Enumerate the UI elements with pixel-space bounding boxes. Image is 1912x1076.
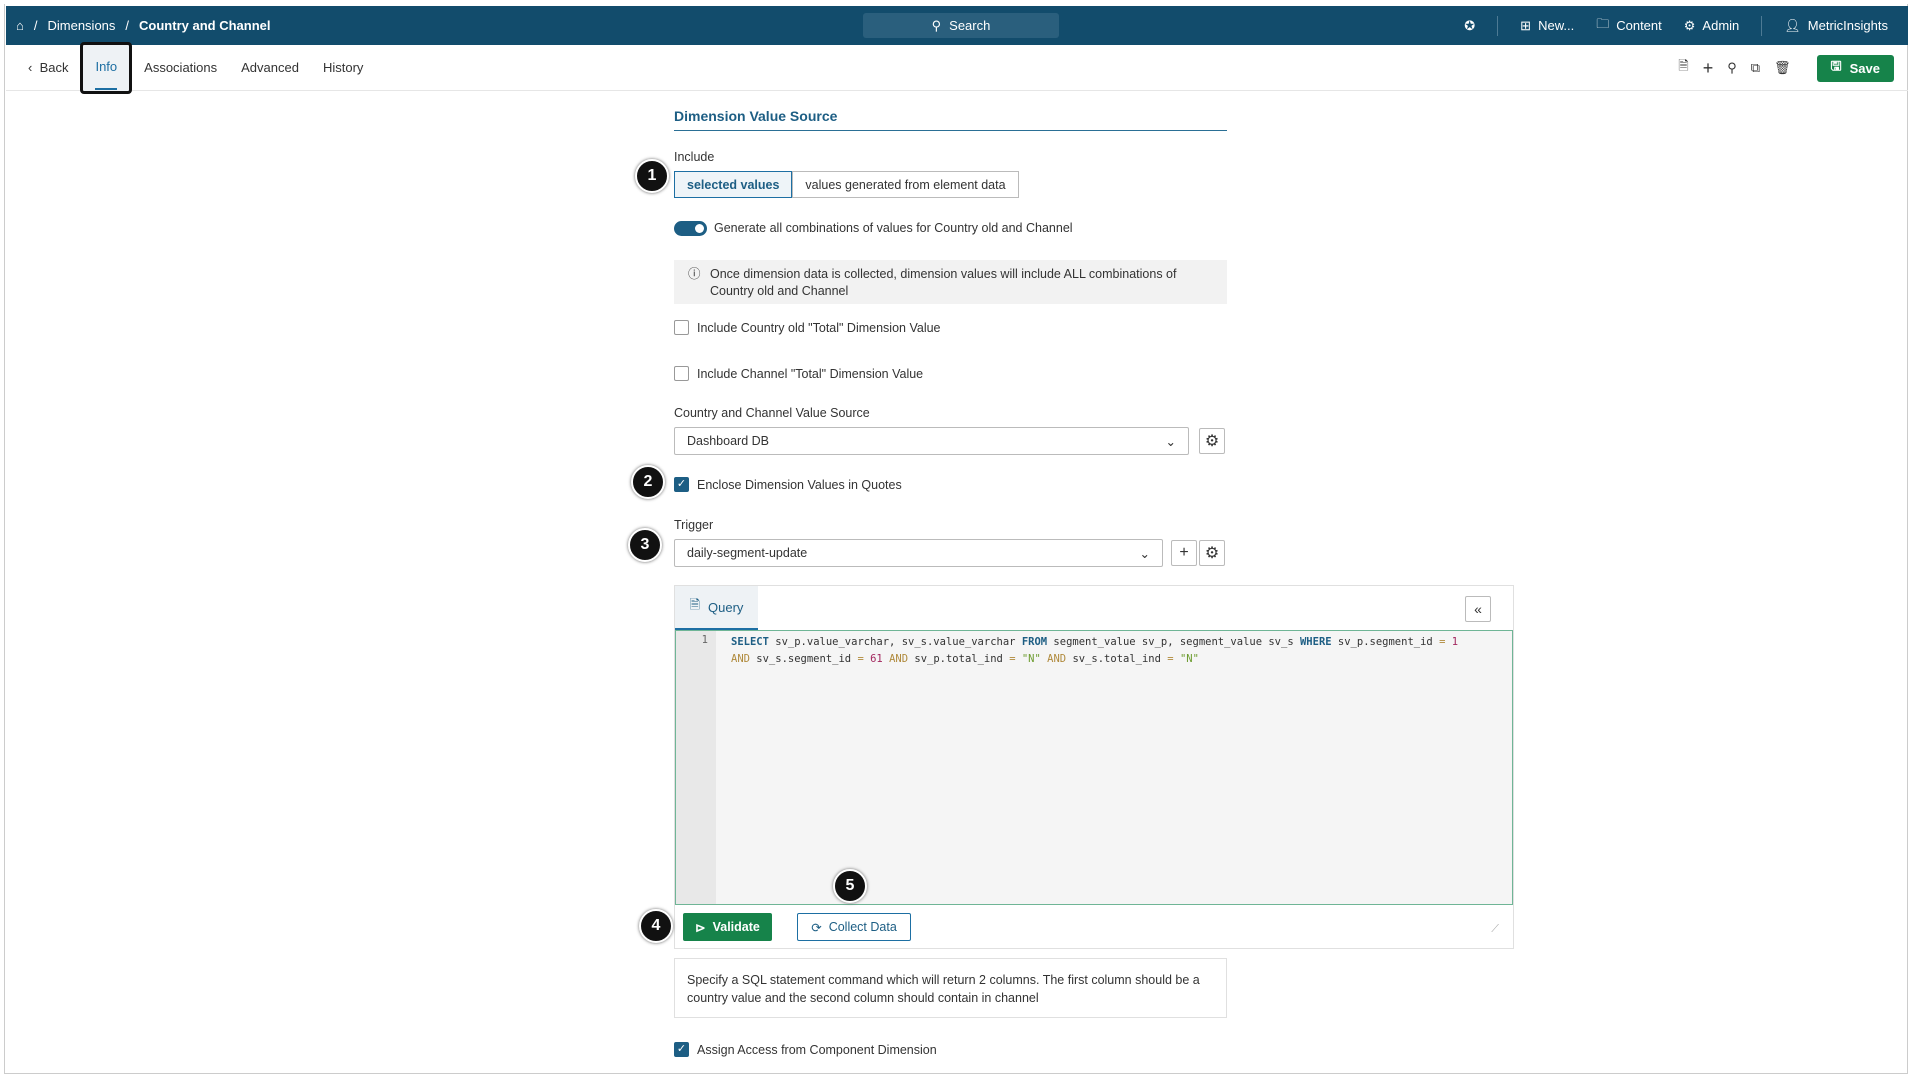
assistant-icon[interactable]: ✪ xyxy=(1464,18,1475,34)
help-text: Specify a SQL statement command which wi… xyxy=(674,958,1227,1018)
gear-icon: ⚙ xyxy=(1204,545,1220,562)
breadcrumb-dimensions[interactable]: Dimensions xyxy=(47,18,115,33)
user-icon: 👤︎ xyxy=(1784,17,1801,33)
back-button[interactable]: ‹ Back xyxy=(6,45,80,91)
callout-badge-5: 5 xyxy=(833,869,867,903)
include-segmented-control: selected values values generated from el… xyxy=(674,171,1019,198)
save-button[interactable]: 🖫 Save xyxy=(1816,54,1894,82)
assign-access-checkbox[interactable]: ✓ xyxy=(674,1042,689,1057)
trigger-select[interactable]: daily-segment-update ⌄ xyxy=(674,539,1163,567)
document-icon[interactable]: 🗎 xyxy=(1678,57,1688,79)
search-icon: ⚲ xyxy=(931,17,942,33)
gear-icon: ⚙ xyxy=(1204,433,1220,450)
validate-button[interactable]: ⊳ Validate xyxy=(683,913,772,941)
gear-icon: ⚙ xyxy=(1683,17,1696,33)
enclose-quotes-checkbox[interactable]: ✓ xyxy=(674,477,689,492)
tab-info[interactable]: Info xyxy=(80,41,133,94)
section-title: Dimension Value Source xyxy=(674,108,1227,131)
include-label: Include xyxy=(674,150,715,164)
admin-button[interactable]: ⚙ Admin xyxy=(1684,18,1740,34)
tab-advanced[interactable]: Advanced xyxy=(229,45,311,91)
total-channel-checkbox[interactable] xyxy=(674,366,689,381)
top-bar: ⌂ / Dimensions / Country and Channel ⚲ Sear… xyxy=(6,6,1908,45)
breadcrumb-current: Country and Channel xyxy=(139,18,271,33)
sql-editor[interactable]: 1 SELECT sv_p.value_varchar, sv_s.value_… xyxy=(675,630,1513,905)
chevron-down-icon: ⌄ xyxy=(1165,434,1176,449)
trash-icon[interactable]: 🗑 xyxy=(1774,60,1791,76)
info-box: ⓘ Once dimension data is collected, dime… xyxy=(674,260,1227,304)
option-selected-values[interactable]: selected values xyxy=(674,171,793,198)
home-icon[interactable]: ⌂ xyxy=(16,18,24,33)
plus-icon: + xyxy=(1179,544,1189,561)
sql-file-icon: 🗎 xyxy=(689,597,701,612)
info-icon: ⓘ xyxy=(688,267,701,281)
save-icon: 🖫 xyxy=(1830,58,1842,73)
option-generated-values[interactable]: values generated from element data xyxy=(792,171,1019,198)
plus-box-icon: ⊞ xyxy=(1520,17,1532,33)
source-label: Country and Channel Value Source xyxy=(674,406,870,420)
play-circle-icon: ⊳ xyxy=(695,920,706,935)
sub-nav: ‹ Back Info Associations Advanced Histor… xyxy=(6,41,1908,94)
plus-icon[interactable]: + xyxy=(1703,58,1714,79)
double-chevron-left-icon: « xyxy=(1474,601,1482,617)
query-panel: 🗎 Query « 1 SELECT sv_p.value_varchar, sv… xyxy=(674,585,1514,949)
trigger-settings-button[interactable]: ⚙ xyxy=(1199,540,1225,566)
value-source-select[interactable]: Dashboard DB ⌄ xyxy=(674,427,1189,455)
tab-query[interactable]: 🗎 Query xyxy=(675,586,758,630)
search-button[interactable]: ⚲ Search xyxy=(863,13,1059,38)
search-icon[interactable]: ⚲ xyxy=(1727,60,1737,76)
callout-badge-4: 4 xyxy=(639,909,673,943)
chevron-down-icon: ⌄ xyxy=(1139,546,1150,561)
tab-associations[interactable]: Associations xyxy=(132,45,229,91)
total-country-checkbox[interactable] xyxy=(674,320,689,335)
new-button[interactable]: ⊞ New... xyxy=(1520,18,1574,34)
copy-icon[interactable]: ⧉ xyxy=(1751,60,1760,76)
refresh-icon: ⟳ xyxy=(811,920,822,935)
sql-code: SELECT sv_p.value_varchar, sv_s.value_va… xyxy=(731,636,1459,665)
content-button[interactable]: 🗀 Content xyxy=(1596,15,1662,37)
callout-badge-2: 2 xyxy=(631,465,665,499)
collect-data-button[interactable]: ⟳ Collect Data xyxy=(797,913,911,941)
callout-badge-3: 3 xyxy=(628,528,662,562)
toggle-label: Generate all combinations of values for … xyxy=(714,221,1073,235)
trigger-label: Trigger xyxy=(674,518,714,532)
user-menu[interactable]: 👤︎ MetricInsights xyxy=(1784,18,1888,34)
folder-icon: 🗀 xyxy=(1596,15,1610,31)
source-settings-button[interactable]: ⚙ xyxy=(1199,428,1225,454)
generate-combinations-toggle[interactable] xyxy=(674,221,707,236)
tab-history[interactable]: History xyxy=(311,45,375,91)
callout-badge-1: 1 xyxy=(635,159,669,193)
line-numbers: 1 xyxy=(676,631,716,904)
breadcrumb: ⌂ / Dimensions / Country and Channel xyxy=(16,18,271,33)
collapse-button[interactable]: « xyxy=(1465,596,1491,622)
resize-handle[interactable]: ⟋ xyxy=(1491,923,1499,936)
add-trigger-button[interactable]: + xyxy=(1171,540,1197,566)
